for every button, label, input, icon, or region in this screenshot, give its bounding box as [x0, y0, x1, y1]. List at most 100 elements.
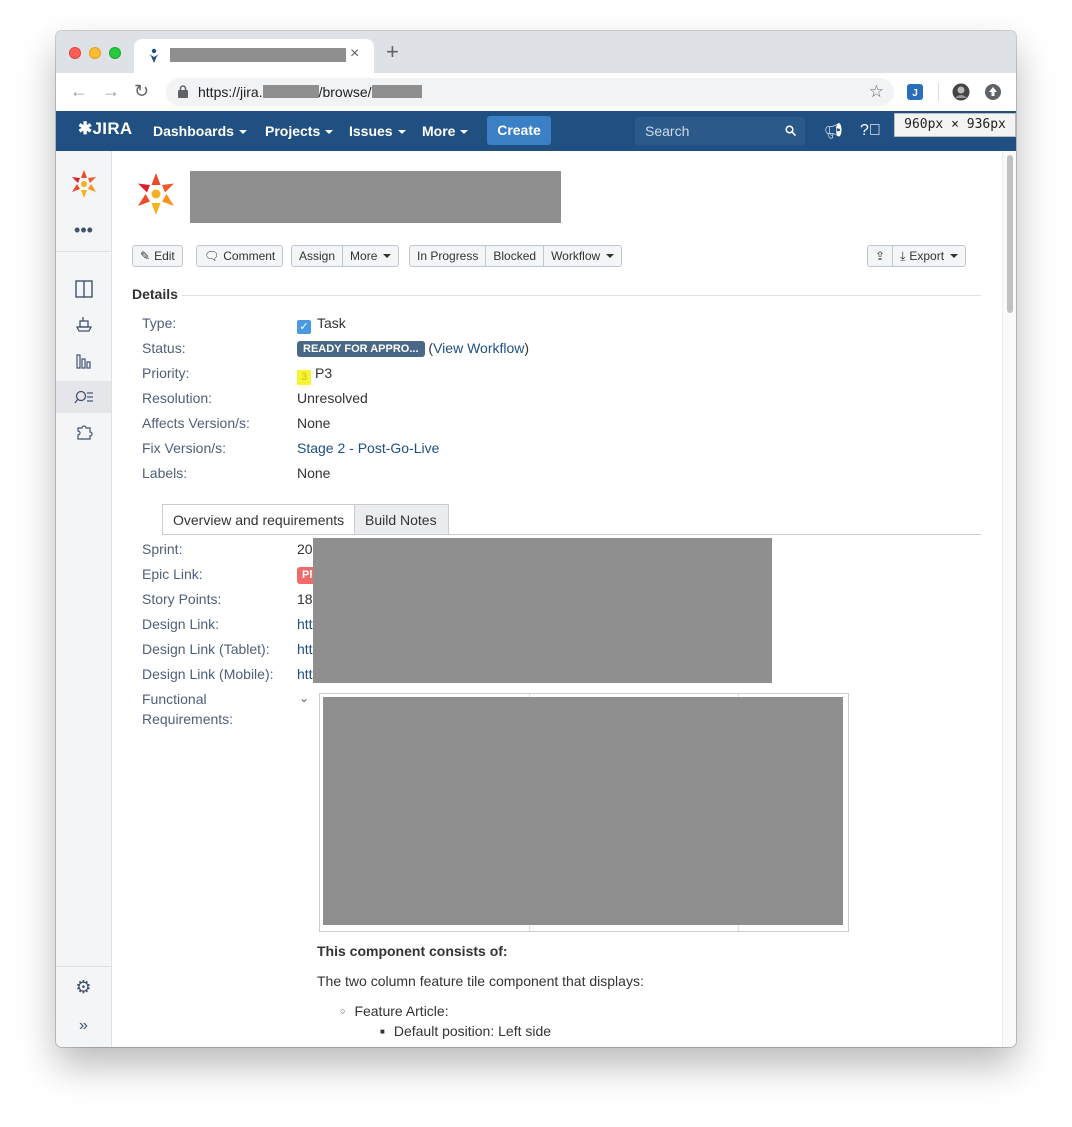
- fix-version-label: Fix Version/s:: [142, 440, 227, 456]
- more-options-icon[interactable]: •••: [56, 215, 111, 245]
- type-value: ✓ Task: [297, 315, 346, 334]
- tabs-divider: [162, 534, 981, 535]
- collapse-chevron-icon[interactable]: ⌄: [299, 691, 309, 705]
- workflow-group: In Progress Blocked Workflow: [409, 245, 623, 267]
- menu-more[interactable]: More: [422, 123, 469, 139]
- functional-requirements-label-line2: Requirements:: [142, 711, 234, 727]
- tab-strip: × +: [56, 31, 1016, 73]
- announcement-megaphone-icon[interactable]: 📢︎: [824, 122, 843, 140]
- share-icon: ⇪: [875, 249, 886, 263]
- bookmark-star-icon[interactable]: ☆: [869, 82, 884, 102]
- affects-version-label: Affects Version/s:: [142, 415, 250, 431]
- extension-j-icon[interactable]: J: [906, 83, 924, 101]
- details-heading: Details: [132, 286, 178, 302]
- assign-button[interactable]: Assign: [292, 246, 344, 266]
- minimize-window-button[interactable]: [89, 47, 101, 59]
- profile-avatar-icon[interactable]: [952, 83, 970, 101]
- jira-logo-text: JIRA: [92, 119, 133, 138]
- design-link-label: Design Link:: [142, 616, 220, 632]
- requirements-table: [319, 693, 849, 932]
- browser-toolbar: ← → ↻ https://jira./browse/ ☆ J: [56, 73, 1016, 112]
- affects-version-value: None: [297, 415, 331, 431]
- menu-projects[interactable]: Projects: [265, 123, 334, 139]
- priority-value: 3 P3: [297, 365, 332, 385]
- menu-issues[interactable]: Issues: [349, 123, 406, 139]
- reports-icon[interactable]: [56, 346, 111, 376]
- search-placeholder: Search: [645, 123, 690, 139]
- jira-favicon-icon: [149, 48, 159, 63]
- assign-more-group: Assign More: [291, 245, 400, 267]
- export-button[interactable]: ⤓ Export: [893, 246, 965, 266]
- more-actions-button[interactable]: More: [343, 246, 398, 266]
- browser-window: × + ← → ↻ https://jira./browse/ ☆ J ✱JIR…: [56, 31, 1016, 1047]
- share-button[interactable]: ⇪: [868, 246, 894, 266]
- tab-build-notes[interactable]: Build Notes: [354, 504, 449, 535]
- description-intro: The two column feature tile component th…: [317, 973, 644, 989]
- project-avatar[interactable]: [56, 167, 111, 201]
- labels-label: Labels:: [142, 465, 188, 481]
- jira-logo[interactable]: ✱JIRA: [78, 119, 132, 139]
- sprint-value: 20: [297, 541, 313, 557]
- project-logo-large-icon: [138, 173, 174, 215]
- view-workflow-link[interactable]: View Workflow: [433, 340, 524, 356]
- new-tab-button[interactable]: +: [386, 41, 399, 63]
- forward-icon[interactable]: →: [102, 82, 120, 100]
- releases-ship-icon[interactable]: [56, 309, 111, 339]
- reload-icon[interactable]: ↻: [134, 82, 149, 100]
- edit-button[interactable]: ✎ Edit: [132, 245, 183, 267]
- lock-icon: [178, 85, 188, 98]
- project-sidebar: ••• ⚙ »: [56, 151, 112, 1047]
- menu-dashboards[interactable]: Dashboards: [153, 123, 247, 139]
- status-lozenge: READY FOR APPRO...: [297, 341, 425, 357]
- story-points-label: Story Points:: [142, 591, 222, 607]
- back-icon[interactable]: ←: [70, 82, 88, 100]
- issue-title-redacted: [190, 171, 561, 223]
- workflow-button[interactable]: Workflow: [544, 246, 621, 266]
- description-heading: This component consists of:: [317, 943, 508, 959]
- tab-close-icon[interactable]: ×: [350, 45, 359, 63]
- url-text: https://jira./browse/: [198, 84, 422, 100]
- jira-header: ✱JIRA Dashboards Projects Issues More Cr…: [56, 111, 1016, 151]
- help-icon[interactable]: ?⃝: [860, 122, 881, 140]
- details-divider: [182, 295, 981, 296]
- browser-tab[interactable]: ×: [134, 39, 374, 73]
- expand-sidebar-icon[interactable]: »: [56, 1011, 111, 1041]
- svg-text:J: J: [912, 88, 918, 99]
- list-item: ■ Default position: Left side: [380, 1023, 552, 1039]
- blocked-button[interactable]: Blocked: [486, 246, 545, 266]
- issue-view: ✎ Edit 🗨︎ Comment Assign More In Progress …: [112, 151, 1002, 1047]
- export-icon: ⤓: [900, 249, 906, 263]
- board-icon[interactable]: [56, 274, 111, 304]
- search-icon: [785, 125, 796, 136]
- create-button[interactable]: Create: [487, 116, 551, 145]
- status-value: READY FOR APPRO... (View Workflow): [297, 340, 529, 357]
- fix-version-link[interactable]: Stage 2 - Post-Go-Live: [297, 440, 439, 456]
- close-window-button[interactable]: [69, 47, 81, 59]
- vertical-scrollbar[interactable]: [1002, 151, 1016, 1047]
- requirements-table-redacted: [323, 697, 843, 925]
- tab-overview-and-requirements[interactable]: Overview and requirements: [162, 504, 355, 535]
- share-export-group: ⇪ ⤓ Export: [867, 245, 967, 267]
- custom-fields-redacted: [313, 538, 772, 683]
- design-link-tablet-label: Design Link (Tablet):: [142, 641, 270, 657]
- settings-gear-icon[interactable]: ⚙: [56, 972, 111, 1002]
- design-link-mobile-label: Design Link (Mobile):: [142, 666, 274, 682]
- pencil-icon: ✎: [140, 249, 151, 263]
- comment-button[interactable]: 🗨︎ Comment: [196, 245, 284, 267]
- project-logo-icon: [71, 170, 96, 198]
- task-checkbox-icon: ✓: [297, 320, 311, 334]
- sprint-label: Sprint:: [142, 541, 183, 557]
- address-bar[interactable]: https://jira./browse/ ☆: [166, 78, 894, 106]
- scrollbar-thumb[interactable]: [1007, 155, 1013, 313]
- status-label: Status:: [142, 340, 186, 356]
- in-progress-button[interactable]: In Progress: [410, 246, 487, 266]
- viewport-size-tooltip: 960px × 936px: [894, 113, 1016, 137]
- issues-search-icon[interactable]: [56, 381, 111, 413]
- type-label: Type:: [142, 315, 177, 331]
- extension-upload-icon[interactable]: [984, 83, 1002, 101]
- functional-requirements-label-line1: Functional: [142, 691, 207, 707]
- priority-icon: 3: [297, 370, 311, 385]
- maximize-window-button[interactable]: [109, 47, 121, 59]
- search-input[interactable]: Search: [635, 117, 805, 145]
- add-ons-puzzle-icon[interactable]: [56, 417, 111, 447]
